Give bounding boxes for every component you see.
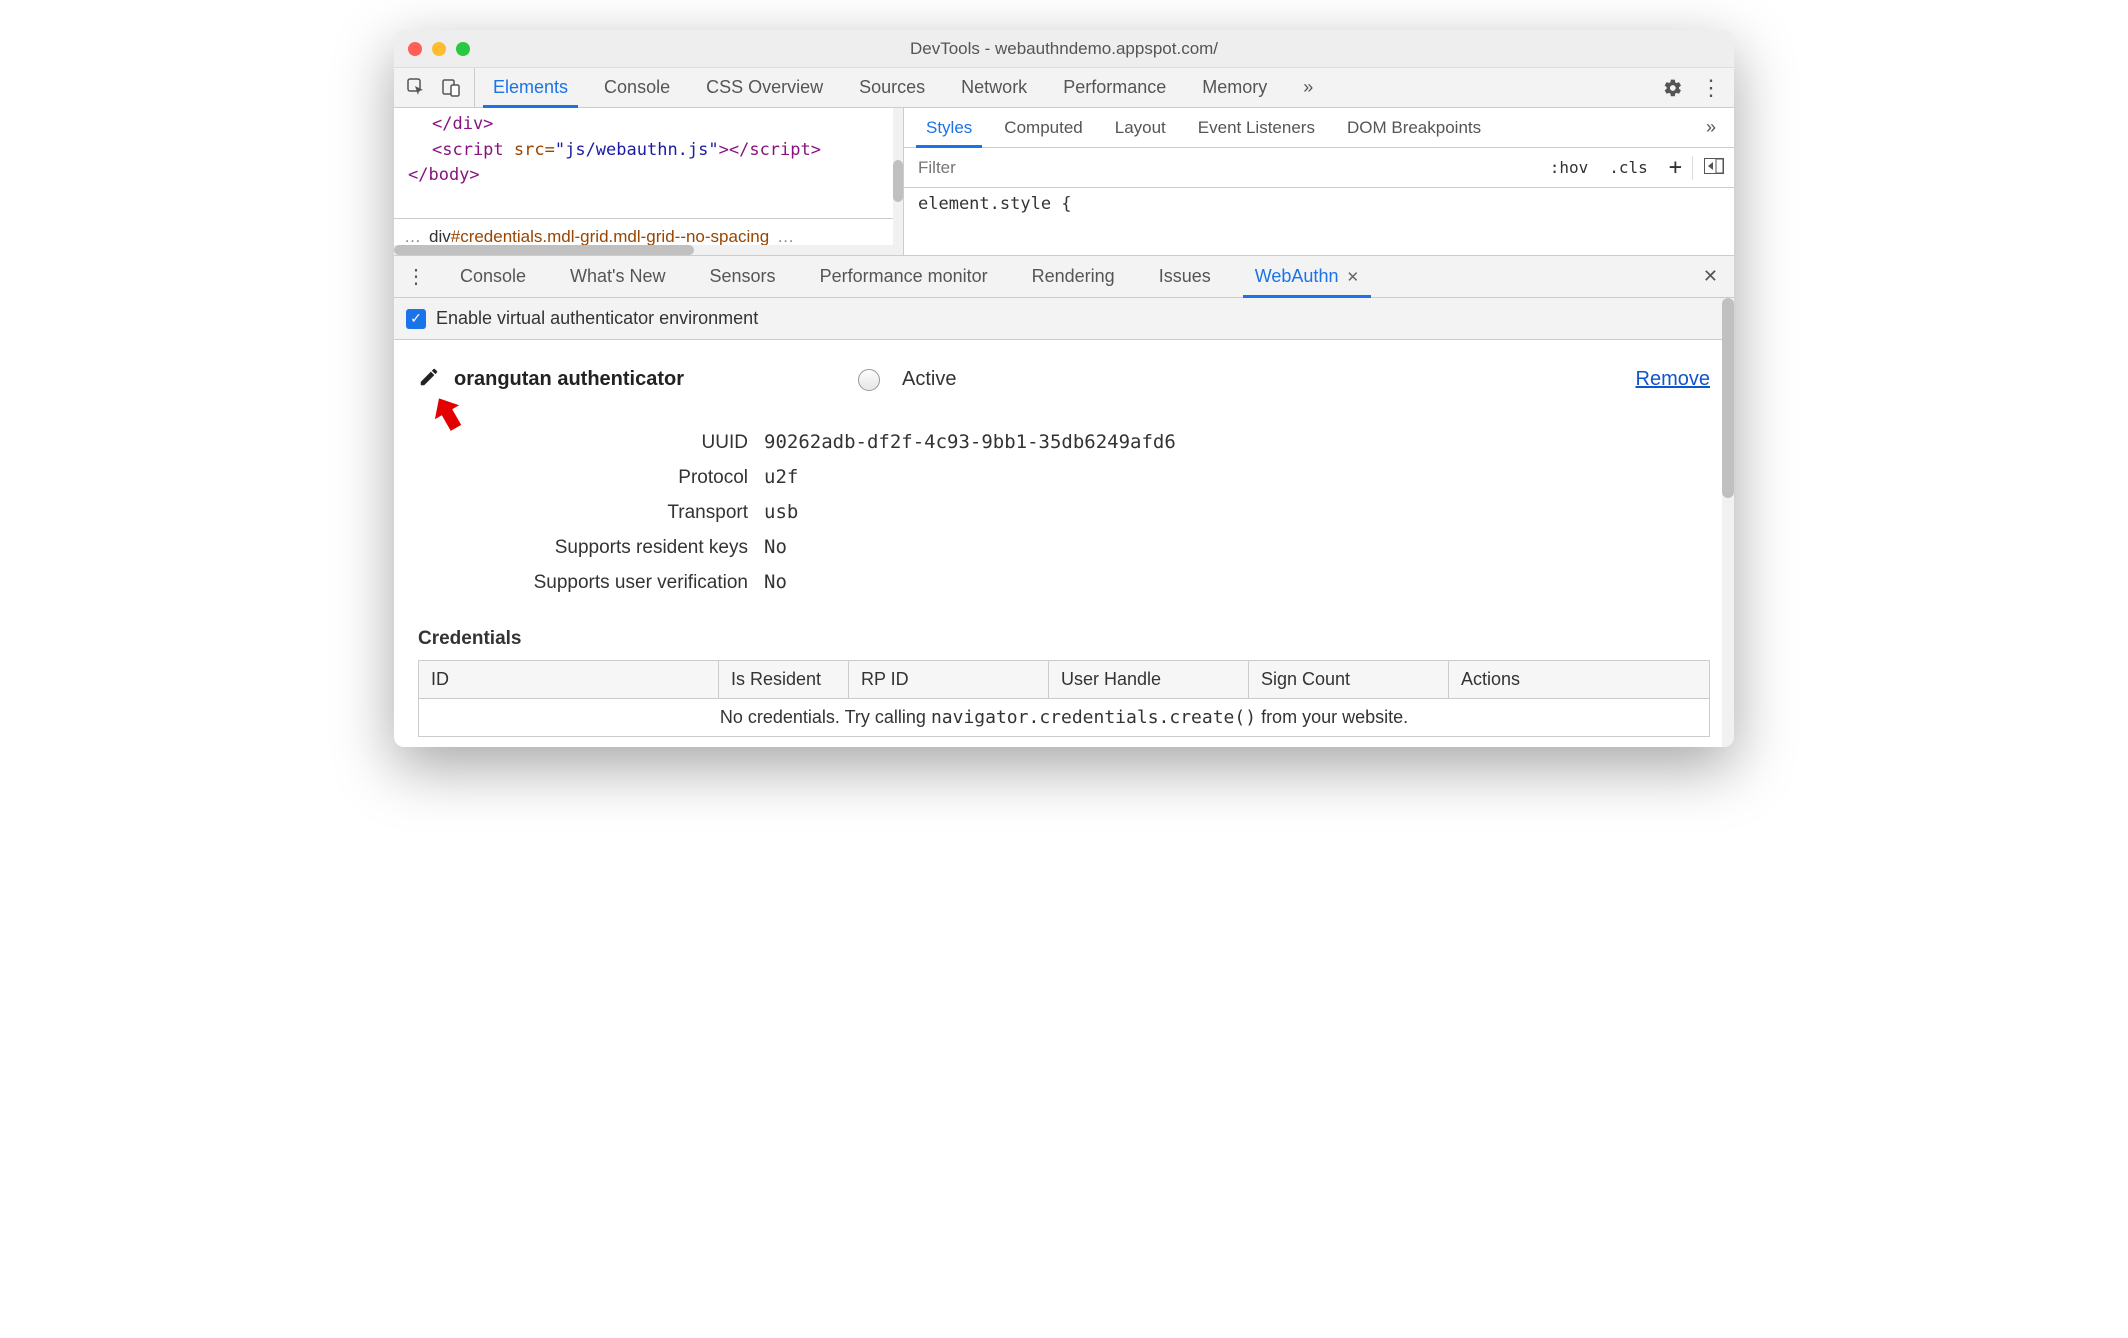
toggle-sidebar-icon[interactable]	[1693, 158, 1734, 178]
dtab-performance-monitor[interactable]: Performance monitor	[798, 256, 1010, 297]
subtab-dom-breakpoints[interactable]: DOM Breakpoints	[1331, 108, 1497, 147]
prop-uuid-value: 90262adb-df2f-4c93-9bb1-35db6249afd6	[764, 431, 1176, 453]
device-toggle-icon[interactable]	[440, 77, 462, 99]
breadcrumb-overflow-left[interactable]: …	[404, 227, 421, 247]
th-actions[interactable]: Actions	[1449, 661, 1710, 699]
breadcrumb-overflow-right[interactable]: …	[777, 227, 794, 247]
close-tab-icon[interactable]: ✕	[1346, 268, 1359, 286]
window-minimize-button[interactable]	[432, 42, 446, 56]
th-sign-count[interactable]: Sign Count	[1249, 661, 1449, 699]
breadcrumb-id: #credentials	[451, 227, 543, 246]
dom-line: </div>	[432, 114, 493, 134]
tab-console[interactable]: Console	[586, 68, 688, 107]
tab-elements[interactable]: Elements	[475, 68, 586, 107]
prop-resident-value: No	[764, 536, 787, 558]
window-zoom-button[interactable]	[456, 42, 470, 56]
elements-dom-pane: </div> <script src="js/webauthn.js"></sc…	[394, 108, 904, 255]
th-is-resident[interactable]: Is Resident	[719, 661, 849, 699]
dom-line: ></script>	[719, 140, 821, 160]
inspect-icon[interactable]	[406, 77, 428, 99]
authenticator-name: orangutan authenticator	[454, 368, 684, 391]
dtab-sensors[interactable]: Sensors	[688, 256, 798, 297]
dtab-rendering[interactable]: Rendering	[1010, 256, 1137, 297]
main-toolbar: Elements Console CSS Overview Sources Ne…	[394, 68, 1734, 108]
annotation-arrow-icon	[428, 390, 476, 449]
credentials-table: ID Is Resident RP ID User Handle Sign Co…	[418, 660, 1710, 737]
vertical-scrollbar[interactable]	[893, 108, 903, 245]
new-style-button[interactable]: +	[1658, 155, 1692, 180]
styles-tabstrip: Styles Computed Layout Event Listeners D…	[904, 108, 1734, 148]
enable-virtual-auth-label: Enable virtual authenticator environment	[436, 308, 758, 329]
styles-filter-input[interactable]	[904, 148, 1539, 187]
active-label: Active	[902, 368, 956, 391]
prop-resident-label: Supports resident keys	[418, 537, 748, 559]
tab-memory[interactable]: Memory	[1184, 68, 1285, 107]
th-id[interactable]: ID	[419, 661, 719, 699]
subtabs-overflow-button[interactable]: »	[1694, 117, 1728, 138]
enable-virtual-auth-checkbox[interactable]: ✓	[406, 309, 426, 329]
styles-body[interactable]: element.style {	[904, 188, 1734, 220]
prop-uv-value: No	[764, 571, 787, 593]
subtab-styles[interactable]: Styles	[910, 108, 988, 147]
subtab-layout[interactable]: Layout	[1099, 108, 1182, 147]
table-empty-row: No credentials. Try calling navigator.cr…	[419, 699, 1710, 737]
tab-css-overview[interactable]: CSS Overview	[688, 68, 841, 107]
dom-attr-val: "js/webauthn.js"	[555, 140, 719, 160]
horizontal-scrollbar[interactable]	[394, 245, 903, 255]
tab-performance[interactable]: Performance	[1045, 68, 1184, 107]
edit-name-icon[interactable]	[418, 366, 440, 393]
cls-toggle[interactable]: .cls	[1598, 158, 1658, 177]
prop-protocol-value: u2f	[764, 466, 798, 488]
prop-uv-label: Supports user verification	[418, 572, 748, 594]
prop-transport-value: usb	[764, 501, 798, 523]
table-header-row: ID Is Resident RP ID User Handle Sign Co…	[419, 661, 1710, 699]
hov-toggle[interactable]: :hov	[1539, 158, 1599, 177]
credentials-title: Credentials	[418, 628, 1710, 650]
tab-network[interactable]: Network	[943, 68, 1045, 107]
titlebar: DevTools - webauthndemo.appspot.com/	[394, 30, 1734, 68]
active-radio[interactable]	[858, 369, 880, 391]
subtab-computed[interactable]: Computed	[988, 108, 1098, 147]
dtab-issues[interactable]: Issues	[1137, 256, 1233, 297]
dom-attr: src=	[514, 140, 555, 160]
subtab-event-listeners[interactable]: Event Listeners	[1182, 108, 1331, 147]
empty-prefix: No credentials. Try calling	[720, 707, 931, 727]
empty-suffix: from your website.	[1256, 707, 1408, 727]
drawer-close-icon[interactable]: ✕	[1687, 266, 1734, 287]
settings-gear-icon[interactable]	[1662, 77, 1684, 99]
breadcrumb-classes: .mdl-grid.mdl-grid--no-spacing	[542, 227, 769, 246]
dom-tree[interactable]: </div> <script src="js/webauthn.js"></sc…	[394, 108, 903, 218]
remove-authenticator-link[interactable]: Remove	[1636, 368, 1710, 391]
window-close-button[interactable]	[408, 42, 422, 56]
th-rp-id[interactable]: RP ID	[849, 661, 1049, 699]
tab-sources[interactable]: Sources	[841, 68, 943, 107]
drawer-vertical-scrollbar[interactable]	[1722, 298, 1734, 747]
drawer-more-icon[interactable]: ⋮	[394, 264, 438, 289]
prop-protocol-label: Protocol	[418, 467, 748, 489]
kebab-menu-icon[interactable]: ⋮	[1700, 77, 1722, 99]
tabs-overflow-button[interactable]: »	[1285, 68, 1331, 107]
dtab-console[interactable]: Console	[438, 256, 548, 297]
empty-code: navigator.credentials.create()	[931, 707, 1256, 728]
drawer-tabstrip: ⋮ Console What's New Sensors Performance…	[394, 256, 1734, 298]
dom-line: </body>	[408, 165, 480, 185]
window-title: DevTools - webauthndemo.appspot.com/	[394, 39, 1734, 59]
prop-transport-label: Transport	[418, 502, 748, 524]
th-user-handle[interactable]: User Handle	[1049, 661, 1249, 699]
dom-line: <script	[432, 140, 504, 160]
dtab-webauthn[interactable]: WebAuthn ✕	[1233, 256, 1381, 297]
dtab-webauthn-label: WebAuthn	[1255, 266, 1339, 287]
dtab-whats-new[interactable]: What's New	[548, 256, 687, 297]
breadcrumb-tag: div	[429, 227, 451, 246]
